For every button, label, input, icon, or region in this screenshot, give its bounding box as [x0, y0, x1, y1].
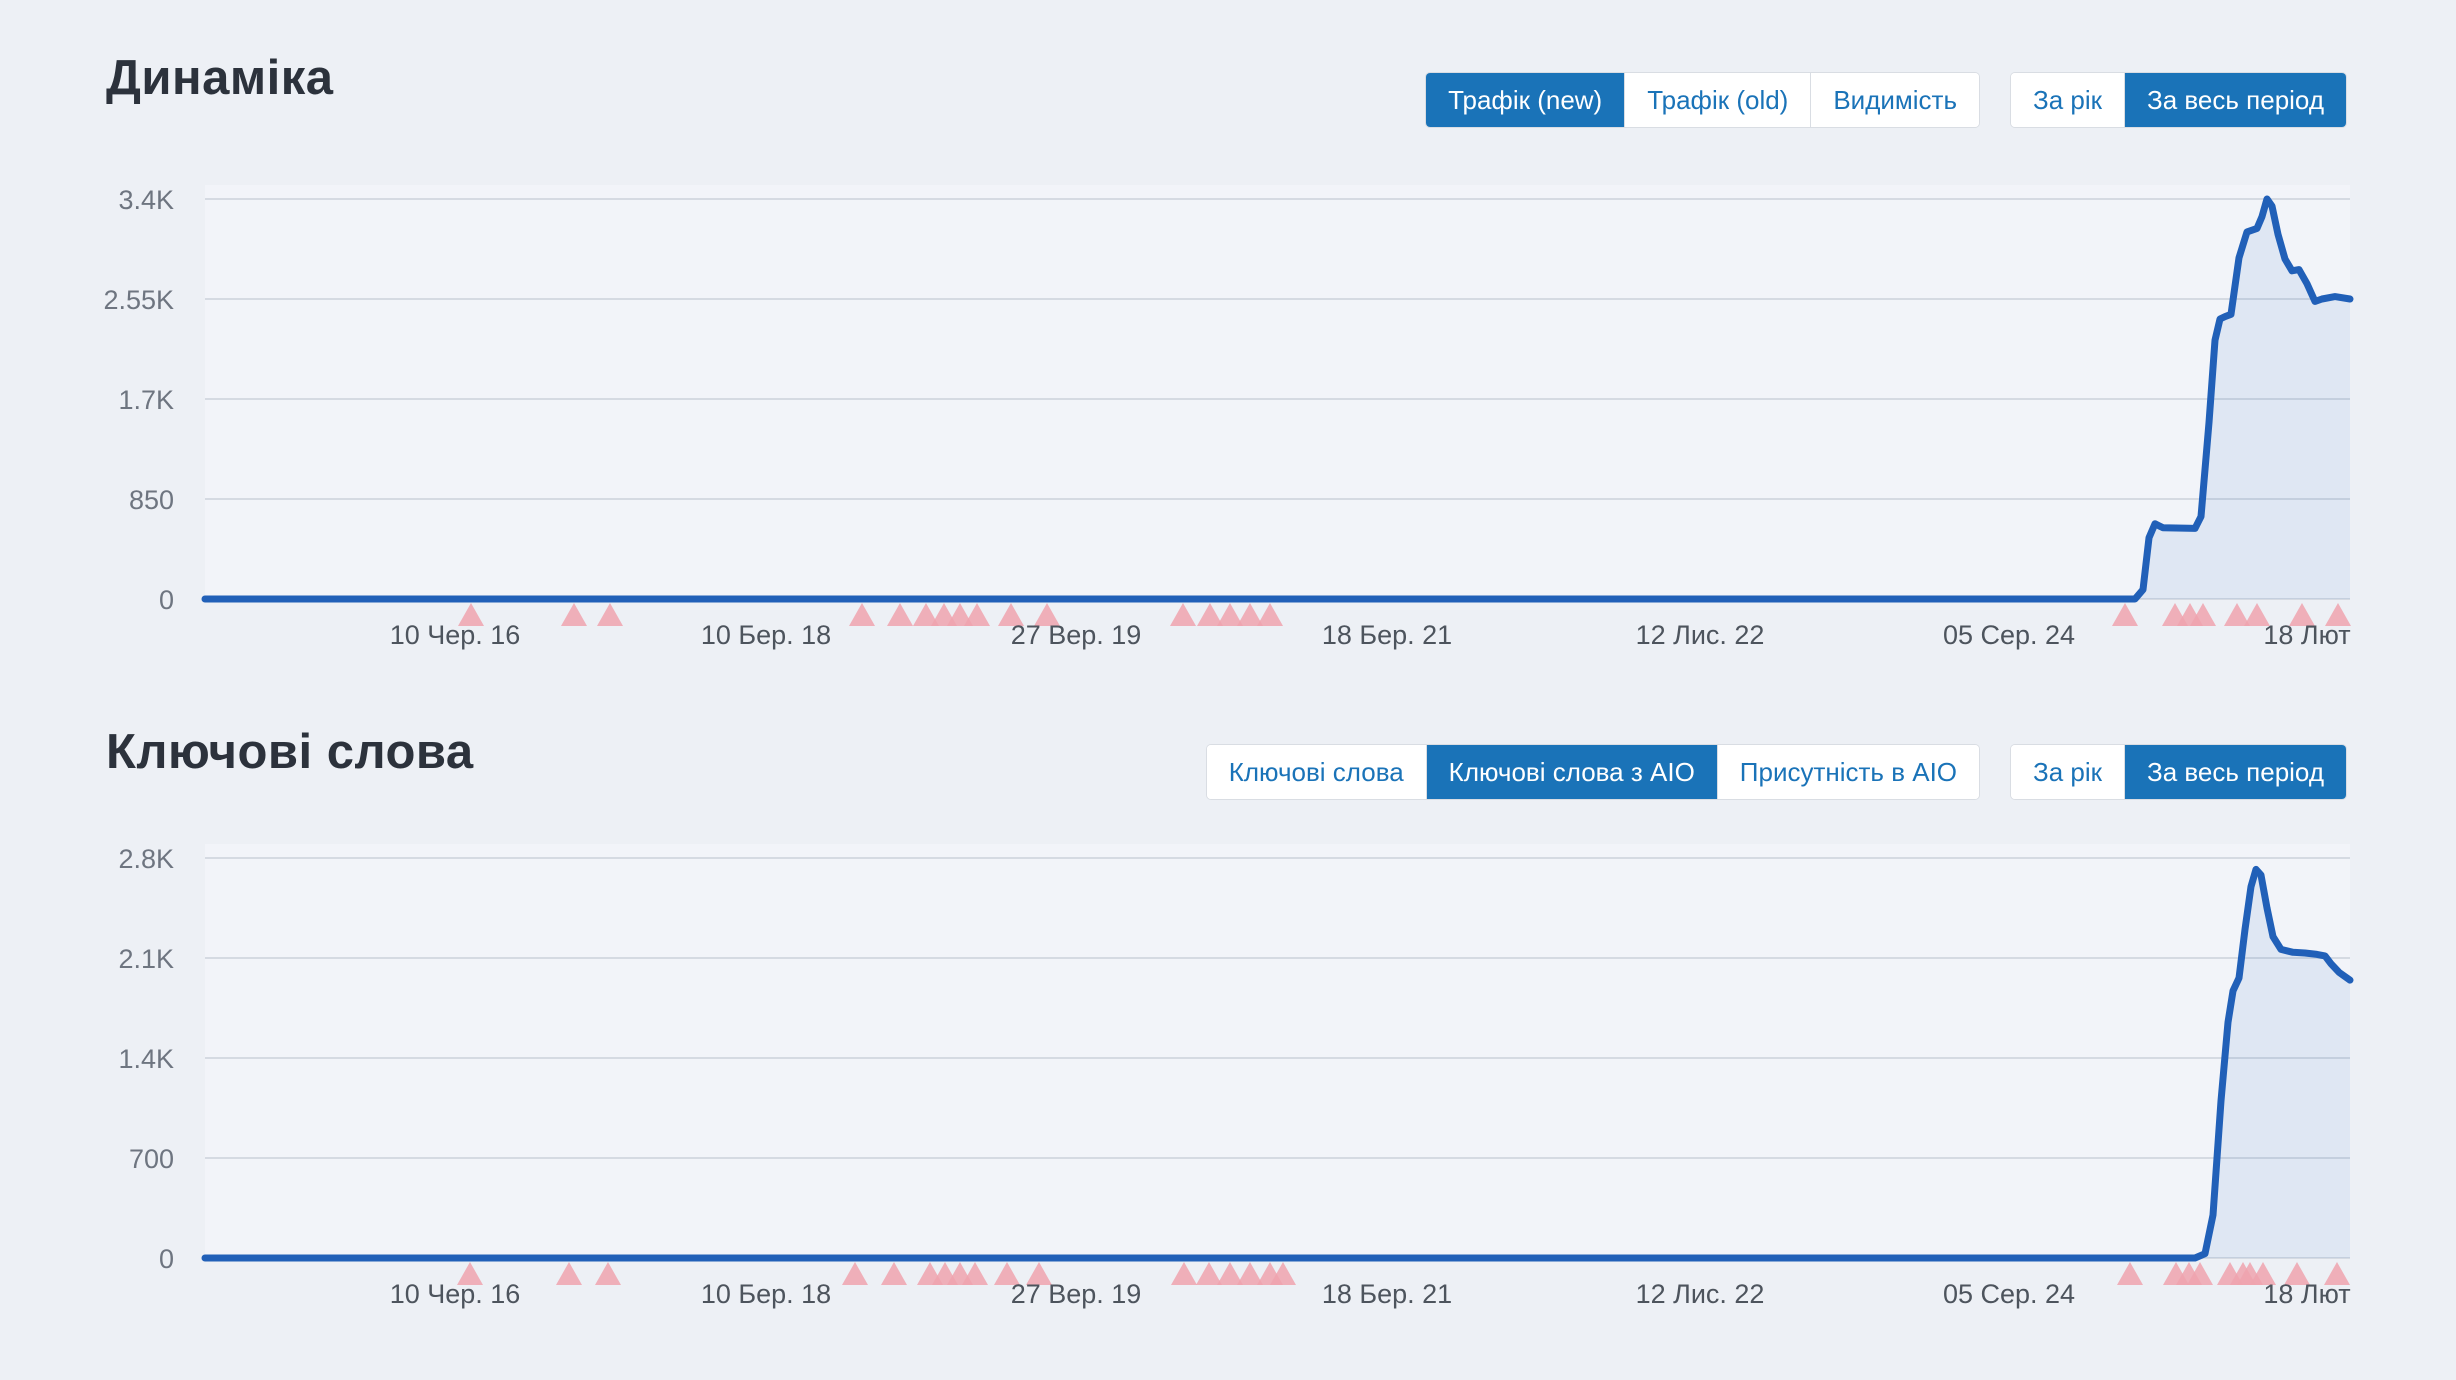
y-tick-label: 3.4K: [118, 185, 174, 215]
y-tick-label: 2.55K: [103, 285, 174, 315]
y-tick-label: 1.7K: [118, 385, 174, 415]
event-marker-icon[interactable]: [842, 1262, 868, 1285]
event-marker-icon[interactable]: [964, 603, 990, 626]
plot-area: [205, 185, 2350, 599]
x-tick-label: 27 Вер. 19: [1011, 620, 1142, 650]
dynamics-controls: Трафік (new) Трафік (old) Видимість За р…: [1425, 72, 2347, 128]
y-tick-label: 850: [129, 485, 174, 515]
y-tick-label: 700: [129, 1144, 174, 1174]
event-marker-icon[interactable]: [1170, 603, 1196, 626]
y-tick-label: 1.4K: [118, 1044, 174, 1074]
dynamics-section-title: Динаміка: [106, 50, 334, 106]
toggle-traffic-old[interactable]: Трафік (old): [1624, 73, 1810, 127]
event-marker-icon[interactable]: [1257, 603, 1283, 626]
x-tick-label: 18 Бер. 21: [1322, 1279, 1452, 1309]
toggle-visibility[interactable]: Видимість: [1810, 73, 1979, 127]
event-marker-icon[interactable]: [561, 603, 587, 626]
x-tick-label: 18 Лют: [2263, 620, 2350, 650]
x-tick-label: 10 Бер. 18: [701, 1279, 831, 1309]
toggle-presence-aio[interactable]: Присутність в AIO: [1717, 745, 1979, 799]
event-marker-icon[interactable]: [597, 603, 623, 626]
toggle-traffic-new[interactable]: Трафік (new): [1426, 73, 1624, 127]
x-tick-label: 27 Вер. 19: [1011, 1279, 1142, 1309]
y-tick-label: 0: [159, 585, 174, 615]
keywords-section-title: Ключові слова: [106, 724, 474, 780]
x-tick-label: 18 Лют: [2263, 1279, 2350, 1309]
toggle-period-all-dynamics[interactable]: За весь період: [2124, 73, 2346, 127]
y-tick-label: 0: [159, 1244, 174, 1274]
seo-dynamics-page: Динаміка Трафік (new) Трафік (old) Видим…: [0, 0, 2456, 1380]
y-tick-label: 2.1K: [118, 944, 174, 974]
keywords-aio-chart[interactable]: 2.8K 2.1K 1.4K 700 0 10 Чер. 16 10 Бер. 18 27 В…: [0, 818, 2456, 1328]
traffic-dynamics-chart[interactable]: 3.4K 2.55K 1.7K 850 0 10 Чер. 16 10 Бер. 18 27 …: [0, 159, 2456, 669]
dynamics-metric-toggle-group: Трафік (new) Трафік (old) Видимість: [1425, 72, 1980, 128]
keywords-controls: Ключові слова Ключові слова з AIO Присут…: [1206, 744, 2347, 800]
x-tick-label: 18 Бер. 21: [1322, 620, 1452, 650]
event-marker-icon[interactable]: [849, 603, 875, 626]
toggle-keywords[interactable]: Ключові слова: [1207, 745, 1426, 799]
keywords-metric-toggle-group: Ключові слова Ключові слова з AIO Присут…: [1206, 744, 1980, 800]
x-tick-label: 12 Лис. 22: [1636, 620, 1765, 650]
x-tick-label: 10 Чер. 16: [390, 620, 521, 650]
toggle-period-year-dynamics[interactable]: За рік: [2011, 73, 2124, 127]
event-marker-icon[interactable]: [2112, 603, 2138, 626]
event-marker-icon[interactable]: [2117, 1262, 2143, 1285]
dynamics-period-toggle-group: За рік За весь період: [2010, 72, 2347, 128]
event-marker-icon[interactable]: [1171, 1262, 1197, 1285]
x-tick-label: 05 Сер. 24: [1943, 620, 2075, 650]
event-marker-icon[interactable]: [1196, 1262, 1222, 1285]
toggle-period-year-keywords[interactable]: За рік: [2011, 745, 2124, 799]
x-tick-label: 12 Лис. 22: [1636, 1279, 1765, 1309]
x-tick-label: 10 Бер. 18: [701, 620, 831, 650]
event-marker-icon[interactable]: [881, 1262, 907, 1285]
event-marker-icon[interactable]: [556, 1262, 582, 1285]
y-tick-label: 2.8K: [118, 844, 174, 874]
x-tick-label: 10 Чер. 16: [390, 1279, 521, 1309]
x-tick-label: 05 Сер. 24: [1943, 1279, 2075, 1309]
toggle-period-all-keywords[interactable]: За весь період: [2124, 745, 2346, 799]
event-marker-icon[interactable]: [887, 603, 913, 626]
toggle-keywords-aio[interactable]: Ключові слова з AIO: [1426, 745, 1717, 799]
event-marker-icon[interactable]: [595, 1262, 621, 1285]
keywords-period-toggle-group: За рік За весь період: [2010, 744, 2347, 800]
plot-area: [205, 844, 2350, 1258]
